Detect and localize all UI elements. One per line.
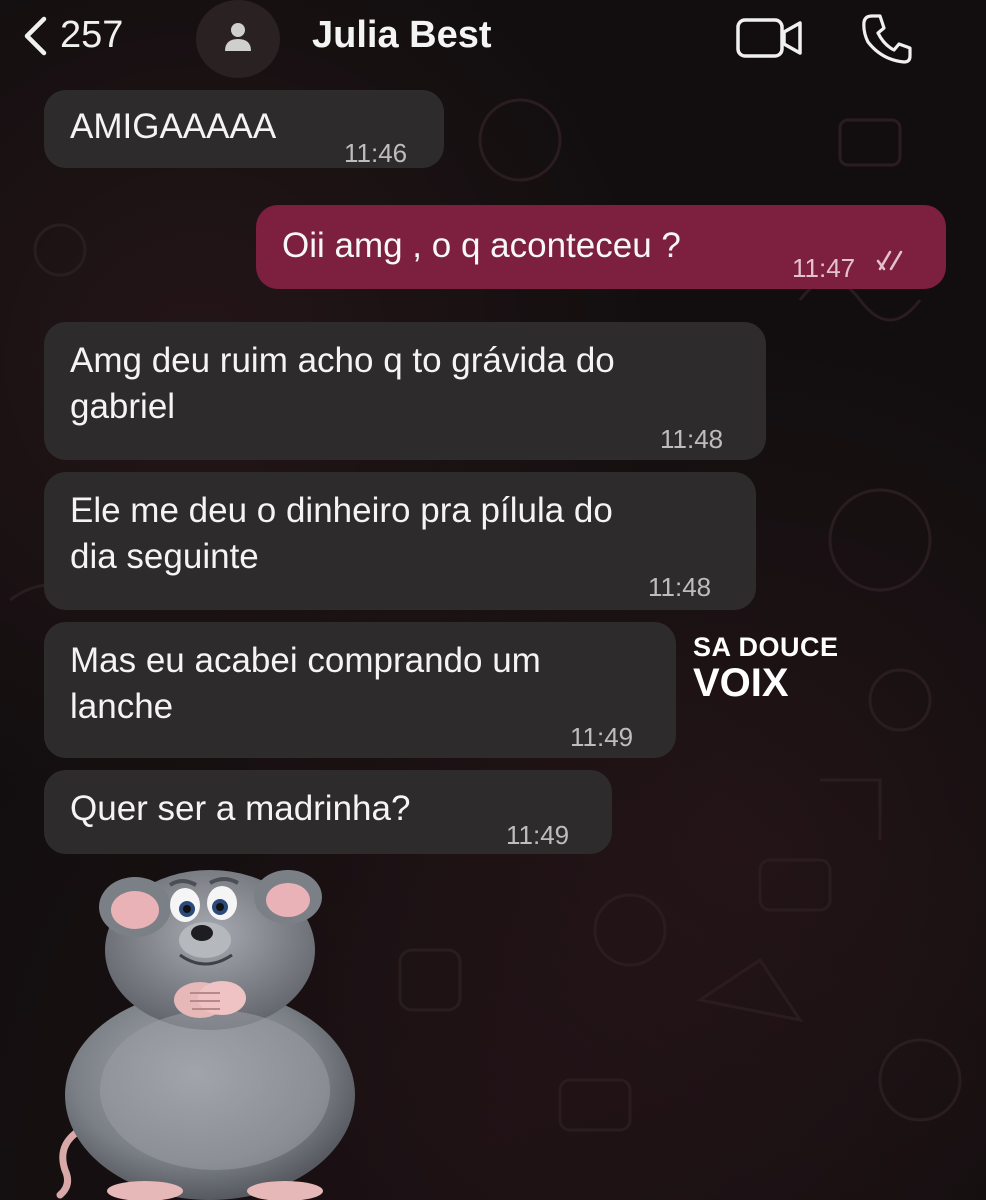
message-text: Ele me deu o dinheiro pra pílula do dia … [70,491,613,576]
watermark-line-1: SA DOUCE [693,632,839,662]
person-icon [225,23,251,51]
message-bubble-outgoing[interactable]: Oii amg , o q aconteceu ? 11:47 [256,205,946,289]
back-button[interactable]: 257 [22,14,123,57]
message-bubble[interactable]: AMIGAAAAA 11:46 [44,90,444,168]
video-call-icon[interactable] [736,16,804,60]
message-bubble[interactable]: Quer ser a madrinha? 11:49 [44,770,612,854]
message-time: 11:48 [648,572,712,602]
message-time: 11:49 [570,722,634,752]
phone-icon[interactable] [860,12,914,66]
message-time: 11:49 [506,820,570,850]
chevron-left-icon [24,16,47,55]
unread-count: 257 [60,14,124,56]
message-time: 11:48 [660,424,724,454]
message-text: Quer ser a madrinha? [70,789,411,828]
rat-sticker[interactable] [50,855,380,1200]
message-text: Amg deu ruim acho q to grávida do gabrie… [70,341,615,426]
chat-header: 257 Julia Best [0,0,986,84]
message-time: 11:46 [344,138,408,168]
message-text: Oii amg , o q aconteceu ? [282,226,681,265]
message-bubble[interactable]: Mas eu acabei comprando um lanche 11:49 [44,622,676,758]
watermark-line-2: VOIX [693,661,789,705]
read-ticks-icon [876,250,903,271]
message-text: AMIGAAAAA [70,107,277,146]
message-text: Mas eu acabei comprando um lanche [70,641,541,726]
avatar[interactable] [196,0,280,78]
message-bubble[interactable]: Amg deu ruim acho q to grávida do gabrie… [44,322,766,460]
message-time: 11:47 [792,253,856,283]
watermark: SA DOUCE VOIX [693,632,839,705]
contact-name[interactable]: Julia Best [312,14,492,57]
message-bubble[interactable]: Ele me deu o dinheiro pra pílula do dia … [44,472,756,610]
